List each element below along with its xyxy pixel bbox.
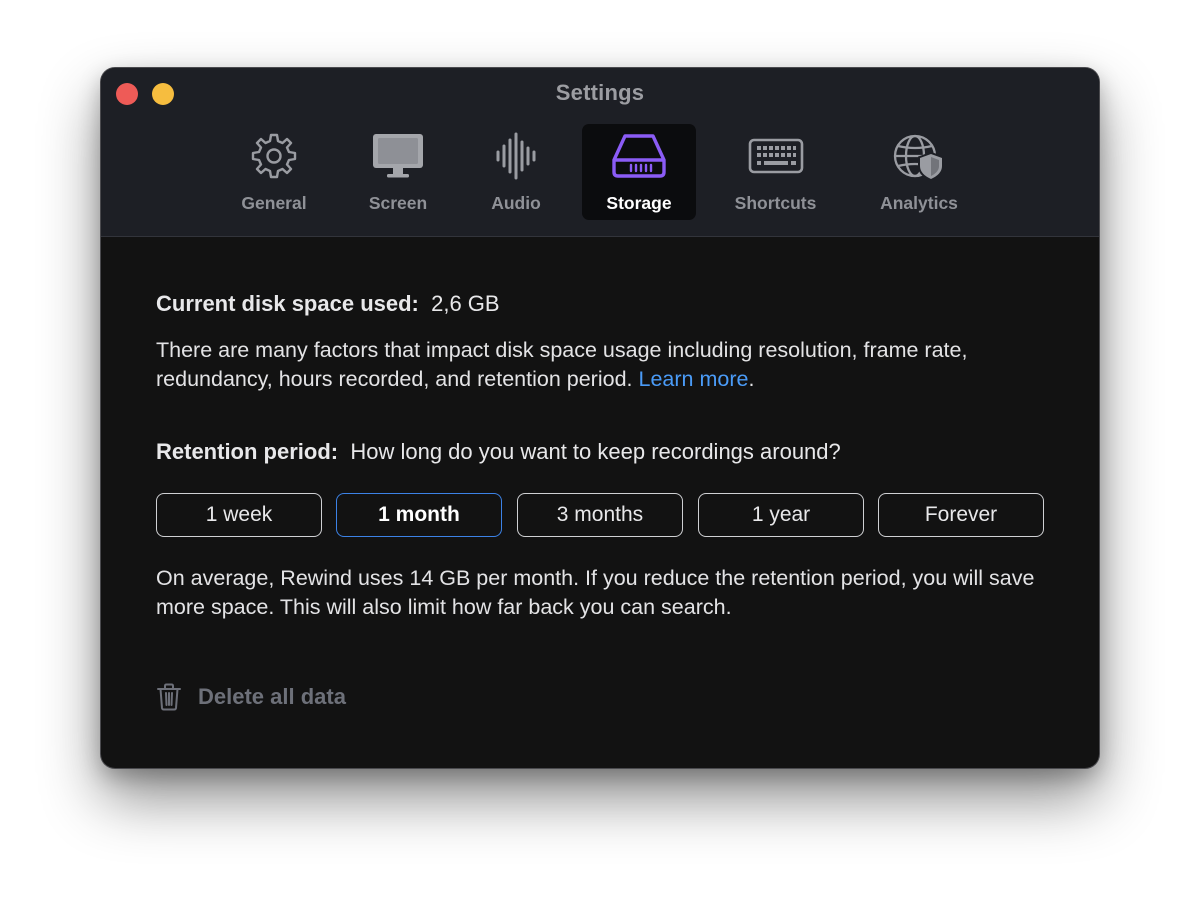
tab-storage-label: Storage	[606, 193, 671, 214]
gear-icon	[246, 132, 302, 180]
average-usage-info: On average, Rewind uses 14 GB per month.…	[156, 564, 1051, 622]
retention-question: How long do you want to keep recordings …	[350, 439, 840, 464]
info-period: .	[748, 367, 754, 391]
keyboard-icon	[748, 132, 804, 180]
disk-usage-row: Current disk space used: 2,6 GB	[156, 291, 500, 317]
learn-more-link[interactable]: Learn more	[638, 367, 748, 391]
tab-audio[interactable]: Audio	[471, 124, 561, 220]
retention-option-3-months[interactable]: 3 months	[517, 493, 683, 537]
tab-general[interactable]: General	[229, 124, 319, 220]
tab-analytics[interactable]: Analytics	[864, 124, 974, 220]
retention-option-forever[interactable]: Forever	[878, 493, 1044, 537]
delete-all-data-button[interactable]: Delete all data	[156, 683, 346, 711]
disk-usage-value: 2,6 GB	[431, 291, 499, 316]
tab-screen-label: Screen	[369, 193, 427, 214]
disk-usage-label: Current disk space used:	[156, 291, 419, 316]
tab-shortcuts[interactable]: Shortcuts	[718, 124, 833, 220]
retention-option-1-month[interactable]: 1 month	[336, 493, 502, 537]
retention-options: 1 week 1 month 3 months 1 year Forever	[156, 493, 1045, 539]
retention-label: Retention period:	[156, 439, 338, 464]
retention-row: Retention period: How long do you want t…	[156, 439, 841, 465]
toolbar: Settings General Screen	[101, 68, 1099, 237]
delete-all-data-label: Delete all data	[198, 684, 346, 710]
waveform-icon	[488, 132, 544, 180]
monitor-icon	[370, 132, 426, 180]
retention-option-1-week[interactable]: 1 week	[156, 493, 322, 537]
tab-storage[interactable]: Storage	[582, 124, 696, 220]
tab-shortcuts-label: Shortcuts	[735, 193, 817, 214]
tab-general-label: General	[241, 193, 306, 214]
globe-shield-icon	[891, 132, 947, 180]
retention-option-1-year[interactable]: 1 year	[698, 493, 864, 537]
tab-audio-label: Audio	[491, 193, 541, 214]
tab-analytics-label: Analytics	[880, 193, 958, 214]
disk-usage-info-text: There are many factors that impact disk …	[156, 338, 967, 391]
trash-icon	[156, 683, 182, 711]
tab-screen[interactable]: Screen	[353, 124, 443, 220]
storage-drive-icon	[611, 132, 667, 180]
settings-window: Settings General Screen	[101, 68, 1099, 768]
disk-usage-info: There are many factors that impact disk …	[156, 336, 1051, 394]
window-title: Settings	[101, 80, 1099, 106]
